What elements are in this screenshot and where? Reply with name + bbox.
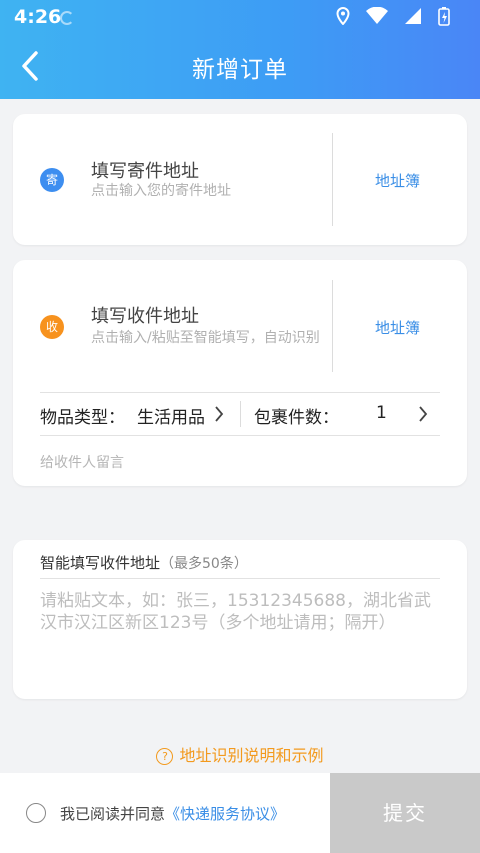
sender-address-card[interactable]: 寄 填写寄件地址 点击输入您的寄件地址 地址簿 bbox=[13, 114, 467, 245]
service-agreement-link[interactable]: 《快递服务协议》 bbox=[165, 805, 285, 823]
package-count-value[interactable]: 1 bbox=[376, 403, 387, 423]
chevron-right-icon[interactable] bbox=[214, 405, 224, 423]
bottom-bar: 我已阅读并同意《快递服务协议》 提交 bbox=[0, 773, 480, 853]
smart-fill-card: 智能填写收件地址（最多50条） 请粘贴文本，如：张三，15312345688，湖… bbox=[13, 540, 467, 699]
battery-icon bbox=[438, 7, 450, 26]
receiver-badge-icon: 收 bbox=[40, 315, 64, 339]
app-header: 4:26 新增订单 bbox=[0, 0, 480, 99]
page-title: 新增订单 bbox=[192, 57, 288, 83]
status-time: 4:26 bbox=[14, 6, 62, 28]
receiver-hint[interactable]: 点击输入/粘贴至智能填写，自动识别 bbox=[91, 328, 327, 348]
wifi-icon bbox=[366, 7, 388, 24]
address-recognition-help-link[interactable]: ? 地址识别说明和示例 bbox=[0, 742, 480, 766]
status-bar: 4:26 bbox=[0, 0, 480, 32]
message-to-receiver-input[interactable]: 给收件人留言 bbox=[40, 452, 124, 472]
divider bbox=[40, 578, 440, 579]
receiver-card: 收 填写收件地址 点击输入/粘贴至智能填写，自动识别 地址簿 物品类型： 生活用… bbox=[13, 260, 467, 486]
item-type-label: 物品类型： bbox=[40, 408, 125, 428]
help-text: 地址识别说明和示例 bbox=[179, 746, 324, 765]
chevron-right-icon[interactable] bbox=[418, 405, 428, 423]
receiver-title[interactable]: 填写收件地址 bbox=[91, 302, 199, 328]
divider bbox=[332, 280, 333, 372]
agree-radio[interactable] bbox=[26, 803, 46, 823]
sender-badge-icon: 寄 bbox=[40, 168, 64, 192]
question-icon: ? bbox=[156, 748, 174, 765]
location-icon bbox=[336, 7, 350, 25]
sender-title: 填写寄件地址 bbox=[91, 161, 199, 182]
item-info-row: 物品类型： 生活用品 包裹件数： 1 bbox=[40, 392, 440, 436]
status-icons bbox=[336, 6, 450, 26]
item-type-value[interactable]: 生活用品 bbox=[137, 403, 205, 428]
divider bbox=[332, 133, 333, 226]
sender-hint: 点击输入您的寄件地址 bbox=[91, 183, 231, 199]
loading-icon bbox=[60, 11, 74, 25]
smart-fill-title-text: 智能填写收件地址 bbox=[40, 554, 161, 572]
agreement: 我已阅读并同意《快递服务协议》 bbox=[60, 803, 285, 824]
divider bbox=[240, 401, 241, 427]
smart-fill-title: 智能填写收件地址（最多50条） bbox=[40, 552, 248, 573]
agree-text: 我已阅读并同意 bbox=[60, 805, 166, 823]
signal-icon bbox=[405, 8, 421, 24]
package-count-label: 包裹件数： bbox=[254, 408, 339, 428]
smart-fill-textarea[interactable]: 请粘贴文本，如：张三，15312345688，湖北省武汉市汉江区新区123号（多… bbox=[40, 590, 440, 634]
submit-button[interactable]: 提交 bbox=[330, 773, 480, 853]
sender-address-book-button[interactable]: 地址簿 bbox=[375, 170, 420, 191]
smart-fill-limit: （最多50条） bbox=[160, 556, 248, 572]
receiver-address-book-button[interactable]: 地址簿 bbox=[375, 317, 420, 338]
